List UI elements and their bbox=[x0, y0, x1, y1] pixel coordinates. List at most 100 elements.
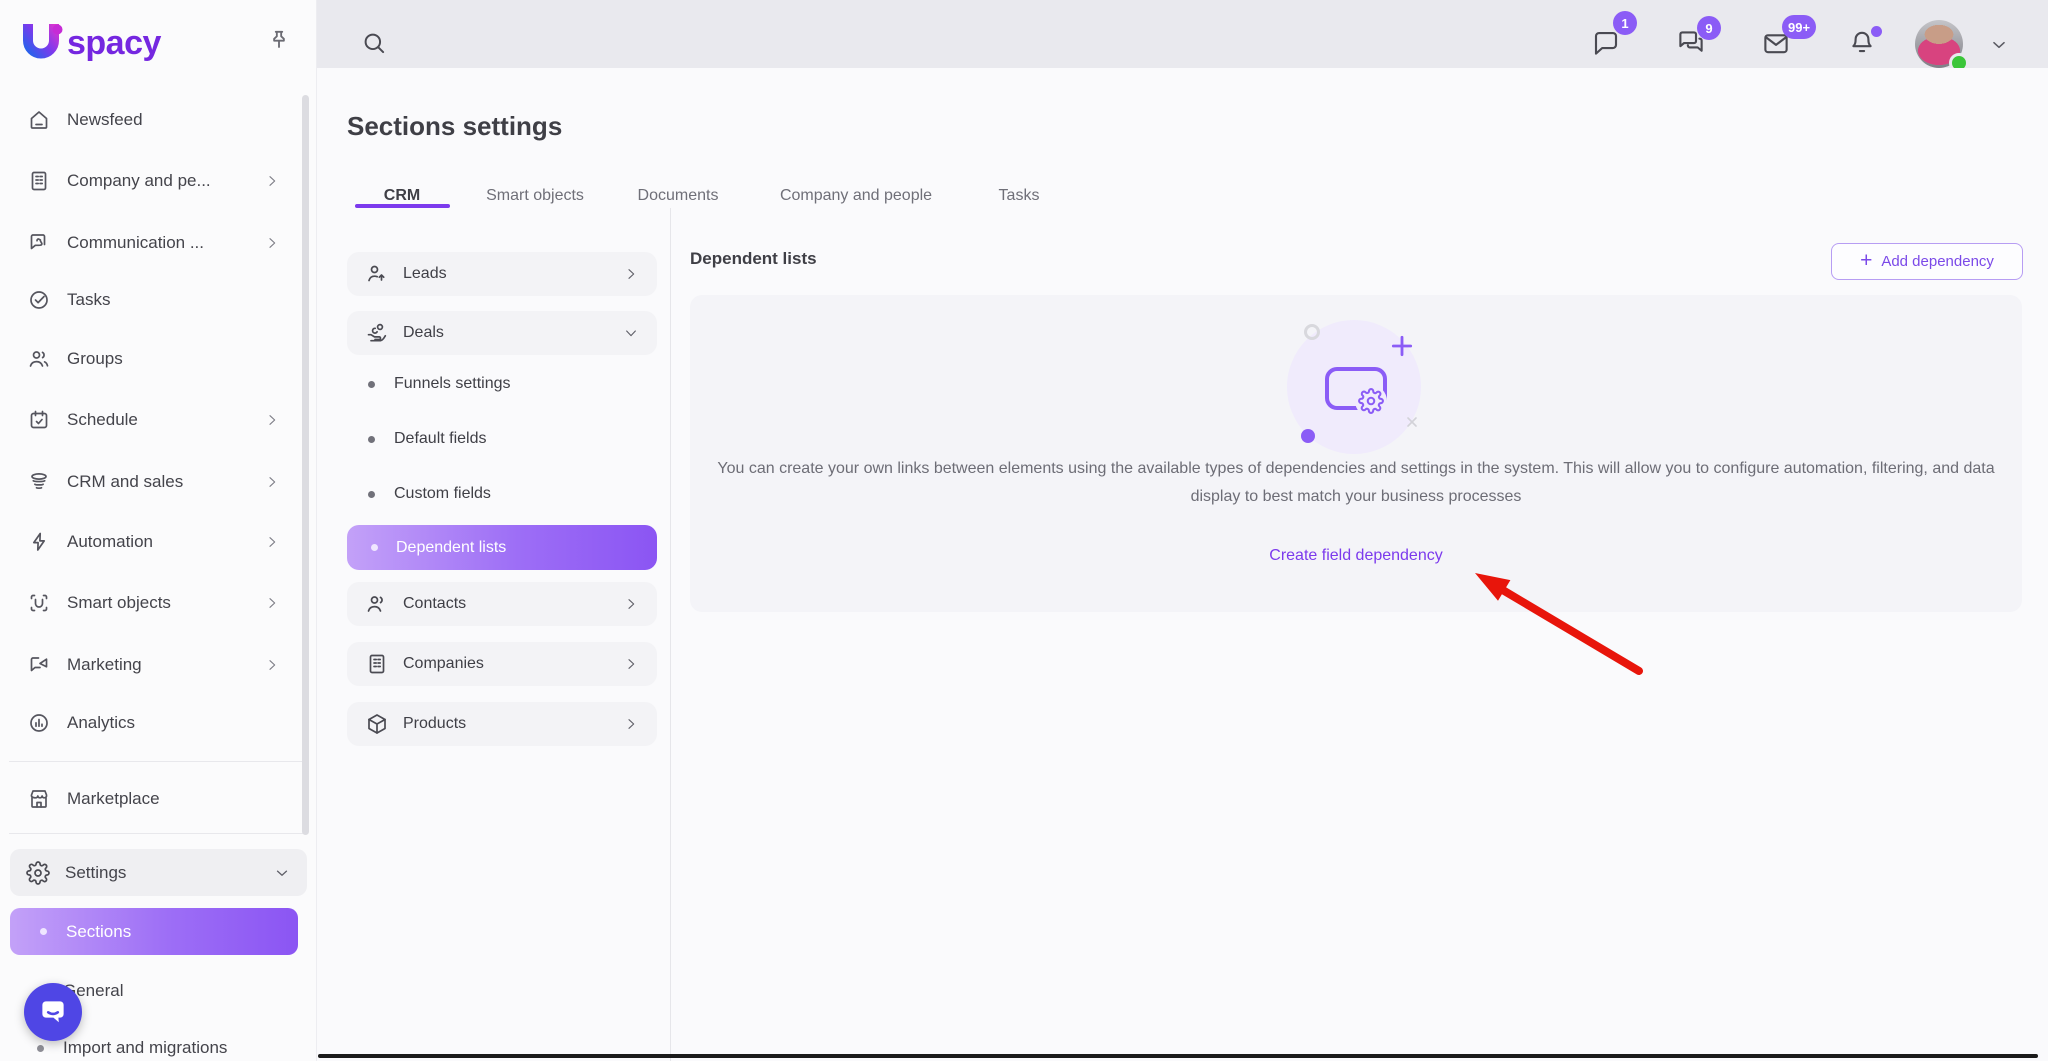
hand-coin-icon bbox=[365, 321, 389, 345]
crm-nav-label: Leads bbox=[403, 265, 447, 283]
sidebar-item-label: Tasks bbox=[67, 290, 110, 310]
search-button[interactable] bbox=[360, 29, 388, 57]
crm-nav-products[interactable]: Products bbox=[347, 702, 657, 746]
chevron-right-icon bbox=[264, 235, 280, 251]
sidebar-item-label: Marketplace bbox=[67, 789, 160, 809]
bullet-dot bbox=[368, 491, 375, 498]
chevron-right-icon bbox=[623, 716, 639, 732]
empty-state-card: You can create your own links between el… bbox=[690, 295, 2022, 612]
bullet-dot bbox=[40, 928, 47, 935]
megaphone-bubble-icon bbox=[27, 653, 51, 677]
crm-nav-leads[interactable]: Leads bbox=[347, 252, 657, 296]
tab-company-and-people[interactable]: Company and people bbox=[780, 187, 932, 205]
crm-nav-default-fields[interactable]: Default fields bbox=[347, 428, 657, 450]
create-field-dependency-link[interactable]: Create field dependency bbox=[1269, 547, 1442, 565]
chevron-down-icon bbox=[623, 325, 639, 341]
intercom-launcher-button[interactable] bbox=[24, 983, 82, 1041]
sidebar-item-marketing[interactable]: Marketing bbox=[0, 643, 300, 687]
chats-badge: 9 bbox=[1697, 16, 1721, 40]
chevron-right-icon bbox=[623, 596, 639, 612]
crm-nav-deals[interactable]: Deals bbox=[347, 311, 657, 355]
crm-nav-label: Dependent lists bbox=[396, 539, 506, 557]
bottom-edge-line bbox=[318, 1054, 2038, 1058]
sidebar-item-label: Settings bbox=[65, 863, 126, 883]
sidebar-item-marketplace[interactable]: Marketplace bbox=[0, 777, 300, 821]
sidebar-item-label: Sections bbox=[66, 922, 131, 942]
logo-text: spacy bbox=[67, 24, 161, 63]
tab-crm[interactable]: CRM bbox=[384, 187, 420, 205]
sidebar-item-label: Automation bbox=[67, 532, 153, 552]
sidebar-item-newsfeed[interactable]: Newsfeed bbox=[0, 98, 300, 142]
crm-nav-custom-fields[interactable]: Custom fields bbox=[347, 483, 657, 505]
people-icon bbox=[27, 347, 51, 371]
chat-phone-icon bbox=[27, 231, 51, 255]
x-mark-icon bbox=[1404, 414, 1420, 430]
sidebar-item-sections[interactable]: Sections bbox=[10, 908, 298, 955]
sidebar-item-communication[interactable]: Communication ... bbox=[0, 221, 300, 265]
sidebar-item-analytics[interactable]: Analytics bbox=[0, 701, 300, 745]
sidebar-item-crm-and-sales[interactable]: CRM and sales bbox=[0, 460, 300, 504]
profile-menu-button[interactable] bbox=[1988, 34, 2010, 56]
tab-smart-objects[interactable]: Smart objects bbox=[486, 187, 584, 205]
chevron-down-icon bbox=[273, 864, 291, 882]
add-dependency-button[interactable]: + Add dependency bbox=[1831, 243, 2023, 280]
sidebar-item-label: Groups bbox=[67, 349, 123, 369]
bullet-dot bbox=[37, 1045, 44, 1052]
chevron-right-icon bbox=[264, 534, 280, 550]
main-sidebar: spacy Newsfeed Company and pe... Communi… bbox=[0, 0, 317, 1061]
sidebar-item-label: Company and pe... bbox=[67, 171, 211, 191]
add-dependency-label: Add dependency bbox=[1881, 253, 1994, 270]
sidebar-item-settings[interactable]: Settings bbox=[10, 849, 307, 896]
uspacy-logo[interactable]: spacy bbox=[18, 20, 161, 66]
building-icon bbox=[27, 169, 51, 193]
chevron-right-icon bbox=[623, 266, 639, 282]
people-icon bbox=[365, 592, 389, 616]
page-title: Sections settings bbox=[347, 111, 562, 142]
chevron-right-icon bbox=[264, 173, 280, 189]
plus-icon: + bbox=[1860, 250, 1872, 271]
building-icon bbox=[365, 652, 389, 676]
gear-icon bbox=[26, 861, 50, 885]
crm-nav-dependent-lists[interactable]: Dependent lists bbox=[347, 525, 657, 570]
crm-nav-label: Companies bbox=[403, 655, 484, 673]
plus-icon bbox=[1389, 333, 1415, 359]
tab-tasks[interactable]: Tasks bbox=[999, 187, 1040, 205]
pin-sidebar-button[interactable] bbox=[262, 24, 296, 58]
gear-icon bbox=[1355, 385, 1387, 417]
crm-nav-funnels-settings[interactable]: Funnels settings bbox=[347, 373, 657, 395]
app-window: spacy Newsfeed Company and pe... Communi… bbox=[0, 0, 2048, 1061]
search-icon bbox=[360, 29, 388, 57]
home-icon bbox=[27, 108, 51, 132]
messenger-button[interactable] bbox=[1591, 28, 1621, 58]
decor-dot bbox=[1301, 429, 1315, 443]
main-content: Sections settings CRM Smart objects Docu… bbox=[317, 68, 2048, 1061]
sidebar-item-label: Communication ... bbox=[67, 233, 204, 253]
chevron-right-icon bbox=[264, 657, 280, 673]
chevron-right-icon bbox=[264, 412, 280, 428]
chevron-right-icon bbox=[623, 656, 639, 672]
sidebar-scrollbar[interactable] bbox=[302, 95, 309, 835]
crm-nav-label: Custom fields bbox=[394, 485, 491, 503]
notifications-dot bbox=[1871, 26, 1882, 37]
bullet-dot bbox=[368, 436, 375, 443]
bullet-dot bbox=[368, 381, 375, 388]
sidebar-item-automation[interactable]: Automation bbox=[0, 520, 300, 564]
empty-state-description: You can create your own links between el… bbox=[716, 455, 1996, 511]
sidebar-item-smart-objects[interactable]: Smart objects bbox=[0, 581, 300, 625]
sidebar-item-company-and-people[interactable]: Company and pe... bbox=[0, 159, 300, 203]
lead-person-icon bbox=[365, 262, 389, 286]
sidebar-item-label: Marketing bbox=[67, 655, 142, 675]
empty-state-illustration bbox=[1287, 320, 1421, 454]
crm-nav-companies[interactable]: Companies bbox=[347, 642, 657, 686]
cube-icon bbox=[365, 712, 389, 736]
sidebar-item-schedule[interactable]: Schedule bbox=[0, 398, 300, 442]
sidebar-item-tasks[interactable]: Tasks bbox=[0, 278, 300, 322]
funnel-icon bbox=[27, 470, 51, 494]
tab-documents[interactable]: Documents bbox=[638, 187, 719, 205]
bullet-dot bbox=[371, 544, 378, 551]
active-tab-indicator bbox=[355, 204, 450, 208]
crm-nav-contacts[interactable]: Contacts bbox=[347, 582, 657, 626]
decor-ring bbox=[1304, 324, 1320, 340]
messenger-badge: 1 bbox=[1613, 11, 1637, 35]
sidebar-item-groups[interactable]: Groups bbox=[0, 337, 300, 381]
